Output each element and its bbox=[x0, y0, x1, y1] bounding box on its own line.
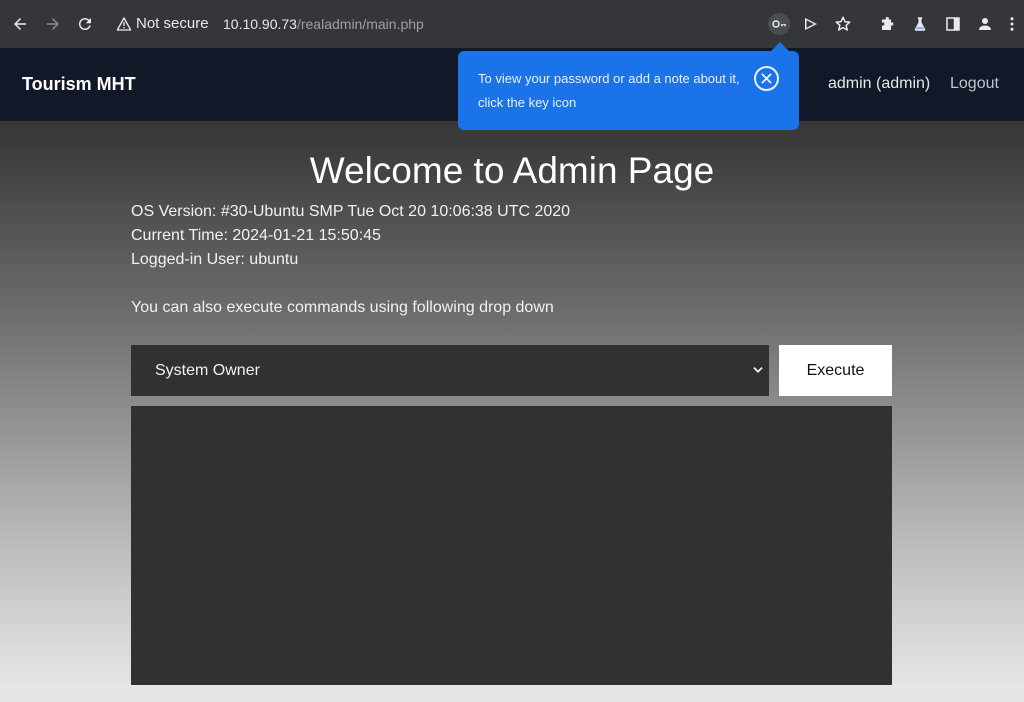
command-prompt-text: You can also execute commands using foll… bbox=[131, 299, 554, 316]
nav-user-label[interactable]: admin (admin) bbox=[828, 75, 930, 93]
command-select-value: System Owner bbox=[155, 361, 260, 379]
forward-icon[interactable] bbox=[42, 13, 64, 35]
key-icon[interactable] bbox=[768, 13, 790, 35]
reload-icon[interactable] bbox=[74, 13, 96, 35]
send-icon[interactable] bbox=[801, 14, 821, 34]
execute-button[interactable]: Execute bbox=[779, 345, 892, 396]
chevron-down-icon bbox=[753, 367, 763, 373]
page-content: Tourism MHT admin (admin) Logout Welcome… bbox=[0, 48, 1024, 702]
password-tooltip: To view your password or add a note abou… bbox=[458, 42, 799, 130]
extensions-icon[interactable] bbox=[878, 14, 898, 34]
close-icon[interactable] bbox=[754, 66, 779, 91]
profile-icon[interactable] bbox=[975, 14, 995, 34]
back-icon[interactable] bbox=[9, 13, 31, 35]
tooltip-arrow bbox=[771, 42, 789, 51]
command-select[interactable]: System Owner bbox=[131, 345, 769, 396]
os-version-text: OS Version: #30-Ubuntu SMP Tue Oct 20 10… bbox=[131, 203, 571, 220]
url-text[interactable]: 10.10.90.73/realadmin/main.php bbox=[223, 16, 424, 32]
security-indicator[interactable]: Not secure bbox=[116, 15, 209, 32]
security-label: Not secure bbox=[136, 15, 209, 32]
browser-toolbar: Not secure 10.10.90.73/realadmin/main.ph… bbox=[0, 0, 1024, 48]
more-menu-icon[interactable] bbox=[1006, 14, 1018, 34]
command-output[interactable] bbox=[131, 406, 892, 685]
current-time-text: Current Time: 2024-01-21 15:50:45 bbox=[131, 227, 381, 244]
side-panel-icon[interactable] bbox=[943, 14, 963, 34]
logged-in-user-text: Logged-in User: ubuntu bbox=[131, 251, 299, 268]
page-title: Welcome to Admin Page bbox=[309, 150, 715, 191]
password-tooltip-text: To view your password or add a note abou… bbox=[478, 71, 740, 110]
logout-link[interactable]: Logout bbox=[950, 75, 999, 93]
star-icon[interactable] bbox=[833, 14, 853, 34]
warning-icon bbox=[116, 16, 132, 31]
url-path: /realadmin/main.php bbox=[296, 16, 424, 32]
lab-flask-icon[interactable] bbox=[910, 14, 930, 34]
url-host: 10.10.90.73 bbox=[223, 16, 297, 32]
site-brand[interactable]: Tourism MHT bbox=[22, 74, 136, 95]
